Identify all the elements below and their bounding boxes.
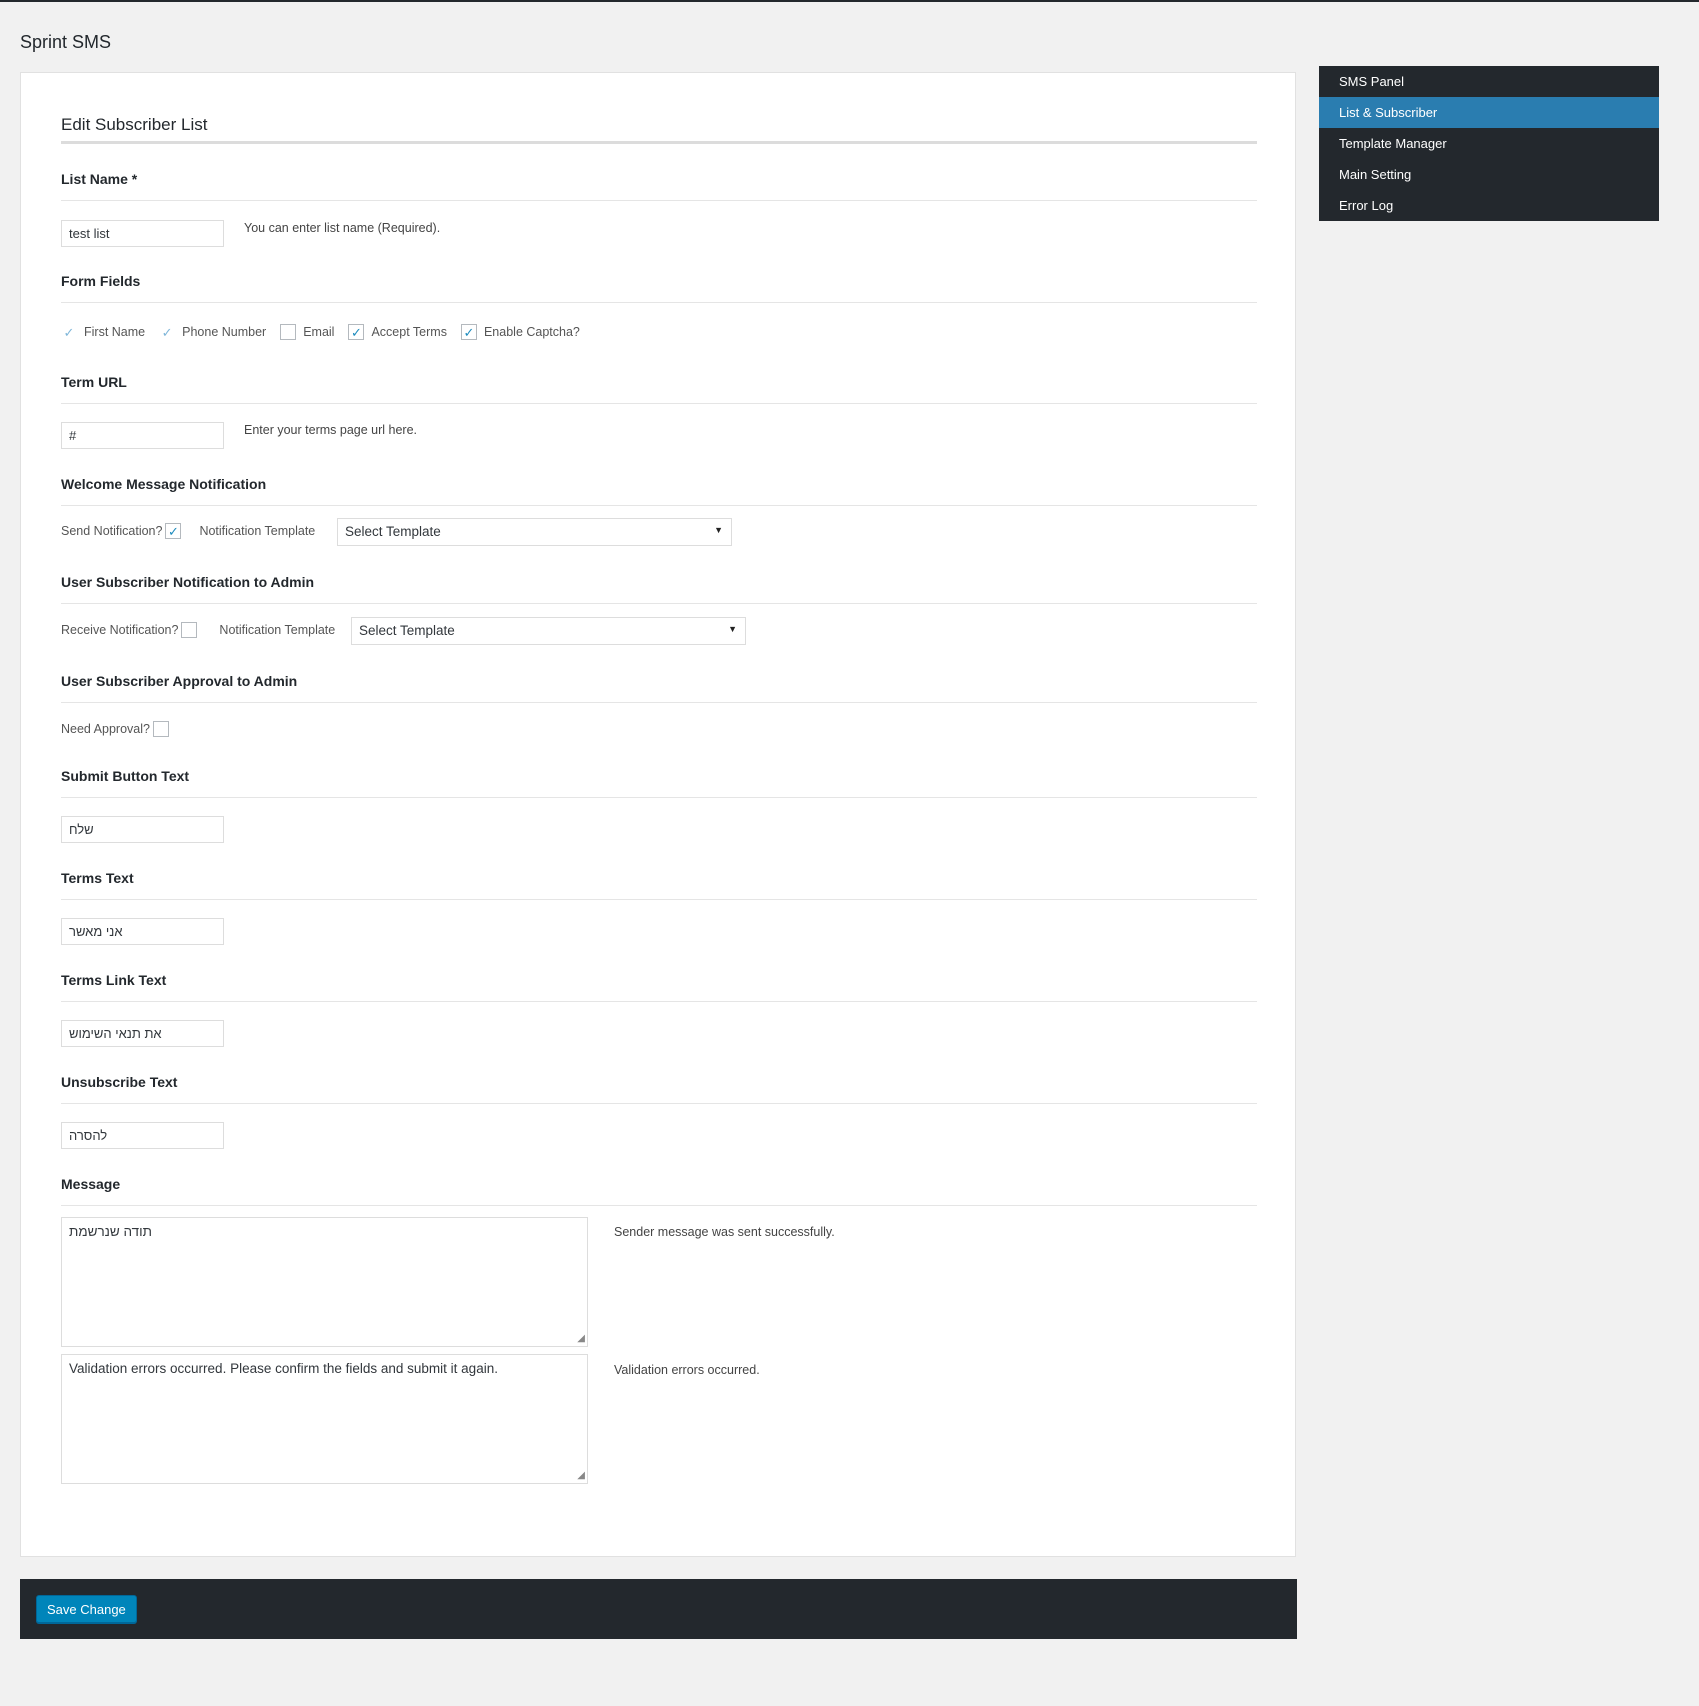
checkbox-label: Email [303, 325, 335, 339]
checkbox-label: First Name [84, 325, 146, 339]
edit-list-panel: Edit Subscriber List List Name * You can… [20, 72, 1296, 1557]
term-url-section: Term URL [61, 374, 1257, 404]
section-title: Term URL [61, 374, 1257, 404]
checkbox-checked-icon[interactable]: ✓ [460, 324, 477, 340]
menu-item-template-manager[interactable]: Template Manager [1319, 128, 1659, 159]
terms-link-text-input[interactable] [61, 1020, 224, 1047]
list-name-input[interactable] [61, 220, 224, 247]
notification-template-label: Notification Template [199, 524, 316, 538]
terms-link-text-section: Terms Link Text [61, 972, 1257, 1002]
welcome-notification-section: Welcome Message Notification [61, 476, 1257, 506]
section-title: Form Fields [61, 273, 1257, 303]
welcome-template-select[interactable]: Select Template ▼ [337, 518, 732, 546]
receive-notification-checkbox[interactable] [181, 622, 198, 638]
form-field-first-name[interactable]: ✓ First Name [61, 324, 145, 340]
receive-notification-label: Receive Notification? [61, 623, 179, 637]
terms-text-section: Terms Text [61, 870, 1257, 900]
menu-item-error-log[interactable]: Error Log [1319, 190, 1659, 221]
section-title: Terms Link Text [61, 972, 1257, 1002]
panel-heading: Edit Subscriber List [61, 115, 1257, 144]
form-field-enable-captcha[interactable]: ✓ Enable Captcha? [460, 324, 580, 340]
submit-text-section: Submit Button Text [61, 768, 1257, 798]
terms-text-input[interactable] [61, 918, 224, 945]
list-name-hint: You can enter list name (Required). [244, 221, 441, 235]
form-field-accept-terms[interactable]: ✓ Accept Terms [348, 324, 447, 340]
resize-grip-icon[interactable]: ◢ [577, 1334, 585, 1344]
admin-notification-row: Receive Notification? Notification Templ… [61, 622, 335, 638]
menu-item-main-setting[interactable]: Main Setting [1319, 159, 1659, 190]
admin-notification-section: User Subscriber Notification to Admin [61, 574, 1257, 604]
page-title: Sprint SMS [20, 32, 112, 52]
select-value: Select Template [345, 524, 441, 539]
error-message-textarea[interactable]: Validation errors occurred. Please confi… [61, 1354, 588, 1484]
menu-item-sms-panel[interactable]: SMS Panel [1319, 66, 1659, 97]
submit-text-input[interactable] [61, 816, 224, 843]
section-title: User Subscriber Notification to Admin [61, 574, 1257, 604]
form-fields-options: ✓ First Name ✓ Phone Number Email ✓ Acce… [61, 324, 594, 340]
plugin-side-menu: SMS Panel List & Subscriber Template Man… [1319, 66, 1659, 221]
notification-template-label: Notification Template [219, 623, 336, 637]
approval-section: User Subscriber Approval to Admin [61, 673, 1257, 703]
term-url-hint: Enter your terms page url here. [244, 423, 417, 437]
section-title: Submit Button Text [61, 768, 1257, 798]
section-title: Message [61, 1176, 1257, 1206]
send-notification-label: Send Notification? [61, 524, 163, 538]
checkbox-label: Enable Captcha? [483, 325, 580, 339]
form-field-email[interactable]: Email [280, 324, 334, 340]
menu-item-list-subscriber[interactable]: List & Subscriber [1319, 97, 1659, 128]
welcome-notification-row: Send Notification? ✓ Notification Templa… [61, 523, 315, 539]
success-message-textarea[interactable]: תודה שנרשמת ◢ [61, 1217, 588, 1347]
need-approval-checkbox[interactable] [152, 721, 169, 737]
term-url-input[interactable] [61, 422, 224, 449]
chevron-down-icon: ▼ [714, 525, 723, 535]
unsubscribe-text-input[interactable] [61, 1122, 224, 1149]
form-fields-section: Form Fields [61, 273, 1257, 303]
success-message-hint: Sender message was sent successfully. [614, 1225, 835, 1239]
checkbox-unchecked-icon[interactable] [280, 324, 297, 340]
admin-template-select[interactable]: Select Template ▼ [351, 617, 746, 645]
checkbox-checked-icon[interactable]: ✓ [61, 324, 77, 340]
section-title: User Subscriber Approval to Admin [61, 673, 1257, 703]
save-change-button[interactable]: Save Change [36, 1595, 137, 1623]
section-title: Unsubscribe Text [61, 1074, 1257, 1104]
message-section: Message [61, 1176, 1257, 1206]
list-name-section: List Name * [61, 171, 1257, 201]
checkbox-label: Phone Number [182, 325, 267, 339]
approval-row: Need Approval? [61, 721, 169, 737]
send-notification-checkbox[interactable]: ✓ [165, 523, 182, 539]
form-field-phone-number[interactable]: ✓ Phone Number [159, 324, 266, 340]
chevron-down-icon: ▼ [728, 624, 737, 634]
textarea-value: Validation errors occurred. Please confi… [69, 1361, 498, 1376]
footer-bar: Save Change [20, 1579, 1297, 1639]
textarea-value: תודה שנרשמת [69, 1224, 152, 1239]
select-value: Select Template [359, 623, 455, 638]
checkbox-label: Accept Terms [371, 325, 447, 339]
section-title: Terms Text [61, 870, 1257, 900]
unsubscribe-text-section: Unsubscribe Text [61, 1074, 1257, 1104]
checkbox-checked-icon[interactable]: ✓ [348, 324, 365, 340]
need-approval-label: Need Approval? [61, 722, 150, 736]
error-message-hint: Validation errors occurred. [614, 1363, 760, 1377]
resize-grip-icon[interactable]: ◢ [577, 1471, 585, 1481]
checkbox-checked-icon[interactable]: ✓ [159, 324, 176, 340]
section-title: List Name * [61, 171, 1257, 201]
admin-topbar [0, 0, 1699, 2]
section-title: Welcome Message Notification [61, 476, 1257, 506]
